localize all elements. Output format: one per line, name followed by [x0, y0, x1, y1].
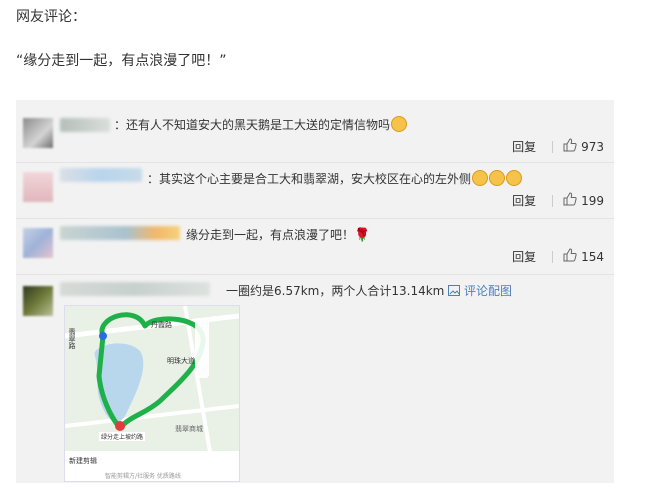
map-bottom-label: 新建剪辑: [69, 457, 97, 465]
comment-item: 缘分走到一起，有点浪漫了吧！🌹 回复 154: [16, 218, 614, 274]
avatar[interactable]: [23, 118, 53, 148]
comment-text: ：其实这个心主要是合工大和翡翠湖，安大校区在心的左外侧: [147, 170, 523, 187]
like-count: 199: [581, 193, 604, 208]
comment-text: 一圈约是6.57km，两个人合计13.14km 评论配图: [226, 284, 513, 298]
like-icon[interactable]: [563, 138, 577, 155]
emoji-icon: [391, 116, 408, 132]
map-route-label: 绿分走上坡约路: [99, 432, 146, 441]
username-blurred[interactable]: [60, 118, 110, 132]
emoji-icon: [472, 170, 489, 186]
comment-item: ：其实这个心主要是合工大和翡翠湖，安大校区在心的左外侧 回复 199: [16, 162, 614, 218]
emoji-icon: [489, 170, 506, 186]
comment-actions: 回复 199: [512, 192, 604, 209]
comment-panel: ：还有人不知道安大的黑天鹅是工大送的定情信物吗 回复 973 ：其实这个心主要是…: [16, 100, 614, 483]
map-road-label: 丹霞路: [151, 321, 172, 329]
image-icon: [448, 284, 464, 298]
reply-button[interactable]: 回复: [512, 192, 536, 209]
comment-actions: 回复 154: [512, 248, 604, 265]
divider: [552, 140, 554, 153]
reply-button[interactable]: 回复: [512, 138, 536, 155]
map-road-label: 翡翠路: [68, 328, 76, 349]
reply-button[interactable]: 回复: [512, 248, 536, 265]
intro-title: 网友评论：: [16, 9, 86, 25]
divider: [552, 250, 554, 263]
comment-image-link[interactable]: 评论配图: [448, 284, 512, 298]
map-svg: [65, 306, 239, 481]
username-blurred[interactable]: [60, 226, 180, 240]
comment-text: 缘分走到一起，有点浪漫了吧！🌹: [186, 228, 371, 243]
map-road-label: 明珠大道: [167, 357, 195, 365]
like-icon[interactable]: [563, 248, 577, 265]
avatar[interactable]: [23, 228, 53, 258]
like-count: 154: [581, 249, 604, 264]
map-bottom-text: 智能剪辑方/社服务 优质路线: [105, 473, 181, 480]
emoji-icon: [506, 170, 523, 186]
comment-map-image[interactable]: 翡翠路 丹霞路 明珠大道 翡翠商城 绿分走上坡约路 新建剪辑 智能剪辑方/社服务…: [64, 305, 240, 482]
avatar[interactable]: [23, 172, 53, 202]
username-blurred[interactable]: [60, 282, 210, 296]
like-count: 973: [581, 139, 604, 154]
rose-icon: 🌹: [354, 228, 371, 243]
username-blurred[interactable]: [60, 168, 142, 182]
comment-item: ：还有人不知道安大的黑天鹅是工大送的定情信物吗 回复 973: [16, 106, 614, 166]
like-icon[interactable]: [563, 192, 577, 209]
divider: [552, 194, 554, 207]
intro-quote: “缘分走到一起，有点浪漫了吧！”: [16, 53, 227, 69]
map-area-label: 翡翠商城: [175, 425, 203, 433]
comment-text: ：还有人不知道安大的黑天鹅是工大送的定情信物吗: [114, 116, 408, 133]
avatar[interactable]: [23, 286, 53, 316]
comment-actions: 回复 973: [512, 138, 604, 155]
